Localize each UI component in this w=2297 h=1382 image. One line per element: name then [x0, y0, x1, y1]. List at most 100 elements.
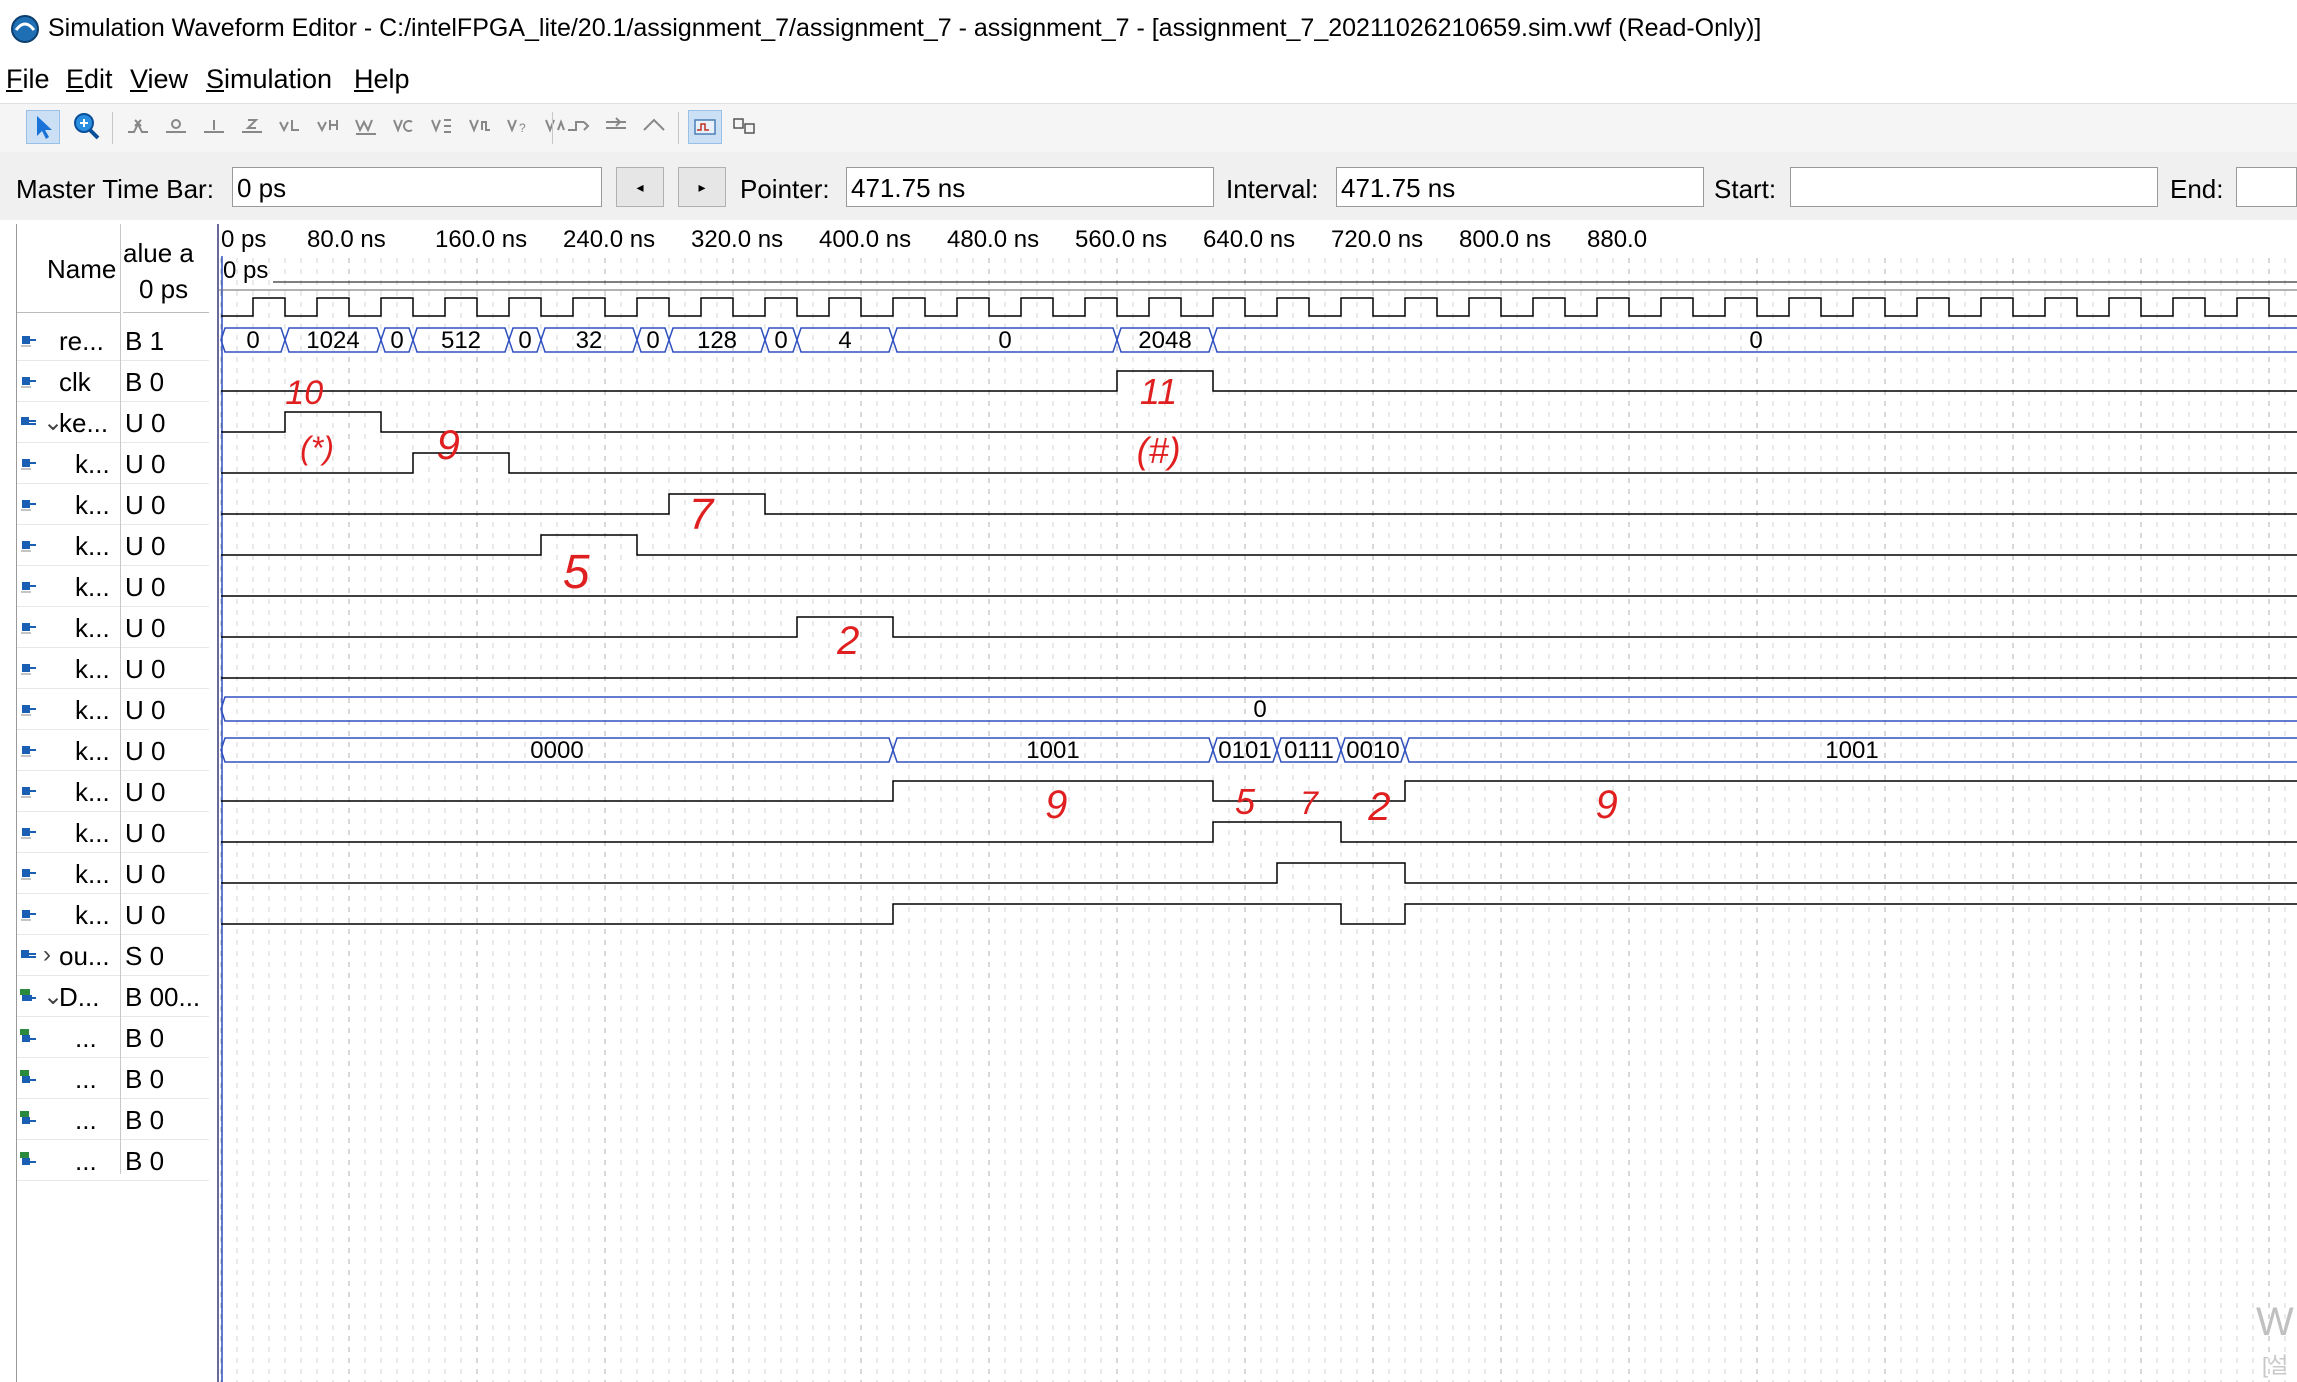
signal-row[interactable]: clk B 0: [17, 361, 209, 402]
signal-row[interactable]: k... U 0: [17, 484, 209, 525]
signal-name: k...: [75, 695, 110, 725]
menu-help[interactable]: Help: [354, 64, 410, 95]
expand-chevron-icon[interactable]: ›: [43, 941, 51, 969]
signal-value: B 0: [125, 1105, 165, 1135]
zoom-tool-button[interactable]: [70, 110, 102, 142]
signal-name: k...: [75, 736, 110, 766]
signal-name: k...: [75, 777, 110, 807]
forcing-weak-high-button[interactable]: [312, 110, 344, 142]
forcing-high-button[interactable]: [198, 110, 230, 142]
forcing-weak-low-button[interactable]: [274, 110, 306, 142]
snap-to-grid-button[interactable]: [562, 110, 594, 142]
forcing-low-button[interactable]: [160, 110, 192, 142]
signal-name: ...: [75, 1023, 97, 1053]
app-icon: [11, 15, 39, 43]
handwritten-annotation: 10: [285, 374, 323, 412]
forcing-unknown-button[interactable]: [122, 110, 154, 142]
signal-row[interactable]: k... U 0: [17, 443, 209, 484]
output-pin-icon: [19, 1068, 37, 1086]
bus-value-label: 1001: [1825, 737, 1878, 764]
name-column-header[interactable]: Name: [17, 224, 121, 313]
signal-value: U 0: [125, 572, 166, 602]
waveform-l-icon: [279, 120, 299, 133]
value-column-header[interactable]: alue a 0 ps: [123, 224, 209, 313]
forcing-dont-care-button[interactable]: [350, 110, 382, 142]
signal-row[interactable]: ... B 0: [17, 1017, 209, 1058]
signal-row[interactable]: k... U 0: [17, 812, 209, 853]
signal-row[interactable]: ... B 0: [17, 1140, 209, 1181]
waveform-canvas[interactable]: 0 ps0 1024 0 512 0 32 0 128 0 4 0 2048 000000 1001 010…: [219, 224, 2297, 1382]
waveform-arbitrary-icon: ?: [507, 119, 526, 135]
group-button[interactable]: [600, 110, 632, 142]
next-transition-button[interactable]: ▸: [678, 167, 726, 207]
arbitrary-value-button[interactable]: ?: [502, 110, 534, 142]
waveform-count-icon: [431, 119, 451, 133]
menu-view-rest: iew: [147, 64, 189, 94]
timing-simulation-button[interactable]: [728, 110, 760, 142]
waveform-invert-icon: [393, 119, 413, 133]
signal-row[interactable]: k... U 0: [17, 771, 209, 812]
input-pin-icon: [19, 576, 37, 594]
count-value-button[interactable]: [426, 110, 458, 142]
signal-row[interactable]: ⌄ ke... U 0: [17, 402, 209, 443]
bus-value-label: 512: [441, 327, 481, 354]
window-title: Simulation Waveform Editor - C:/intelFPG…: [48, 14, 1762, 42]
waveform-line: [221, 534, 2297, 556]
signal-row[interactable]: k... U 0: [17, 607, 209, 648]
signal-row[interactable]: k... U 0: [17, 648, 209, 689]
menu-simulation-accel: S: [206, 64, 225, 94]
master-time-bar-field[interactable]: 0 ps: [232, 167, 602, 207]
signal-value: B 1: [125, 326, 165, 356]
signal-name: ou...: [59, 941, 110, 971]
start-field[interactable]: [1790, 167, 2158, 207]
svg-text:?: ?: [519, 121, 526, 135]
menu-edit-rest: dit: [84, 64, 113, 94]
menu-file[interactable]: File: [6, 64, 50, 95]
pointer-field[interactable]: 471.75 ns: [846, 167, 1214, 207]
toolbar: ?: [0, 103, 2297, 153]
signal-row[interactable]: ... B 0: [17, 1058, 209, 1099]
signal-row[interactable]: ⌄ D... B 00...: [17, 976, 209, 1017]
menu-edit[interactable]: Edit: [66, 64, 113, 95]
bus-value-label: 0: [246, 327, 259, 354]
functional-simulation-button[interactable]: [688, 110, 722, 144]
signal-row[interactable]: k... U 0: [17, 894, 209, 935]
ungroup-button[interactable]: [638, 110, 670, 142]
menu-view[interactable]: View: [130, 64, 188, 95]
bus-value-label: 4: [838, 327, 851, 354]
run-functional-icon: [694, 119, 716, 135]
signal-row[interactable]: k... U 0: [17, 853, 209, 894]
run-timing-icon: [733, 118, 755, 134]
time-bar: Master Time Bar: 0 ps ◂ ▸ Pointer: 471.7…: [0, 152, 2297, 220]
interval-field[interactable]: 471.75 ns: [1336, 167, 1704, 207]
forcing-highz-button[interactable]: [236, 110, 268, 142]
signal-row[interactable]: k... U 0: [17, 525, 209, 566]
bus-value-label: 0101: [1218, 737, 1271, 764]
signal-row[interactable]: k... U 0: [17, 566, 209, 607]
signal-row[interactable]: k... U 0: [17, 730, 209, 771]
grid-snap-icon: [568, 121, 590, 131]
waveform-pane[interactable]: 0 ps 80.0 ns 160.0 ns 240.0 ns 320.0 ns 400.0…: [217, 224, 2297, 1382]
selection-tool-button[interactable]: [26, 110, 60, 144]
end-field[interactable]: [2236, 167, 2297, 207]
name-column-title: Name: [47, 254, 117, 284]
signal-row[interactable]: ... B 0: [17, 1099, 209, 1140]
signal-value: U 0: [125, 736, 166, 766]
signal-value: U 0: [125, 654, 166, 684]
handwritten-annotation: 2: [836, 619, 859, 663]
handwritten-annotation: 2: [1367, 785, 1390, 829]
zoom-magnifier-icon: [74, 113, 100, 140]
signal-value: B 0: [125, 1064, 165, 1094]
invert-button[interactable]: [388, 110, 420, 142]
signal-row[interactable]: re... B 1: [17, 320, 209, 361]
handwritten-annotation: 5: [563, 546, 590, 599]
column-divider[interactable]: [120, 224, 121, 1174]
clock-value-button[interactable]: [464, 110, 496, 142]
watermark-text: W: [2256, 1300, 2294, 1344]
menu-simulation[interactable]: Simulation: [206, 64, 332, 95]
signal-name: ...: [75, 1064, 97, 1094]
signal-name: k...: [75, 900, 110, 930]
signal-row[interactable]: k... U 0: [17, 689, 209, 730]
previous-transition-button[interactable]: ◂: [616, 167, 664, 207]
signal-row[interactable]: › ou... S 0: [17, 935, 209, 976]
